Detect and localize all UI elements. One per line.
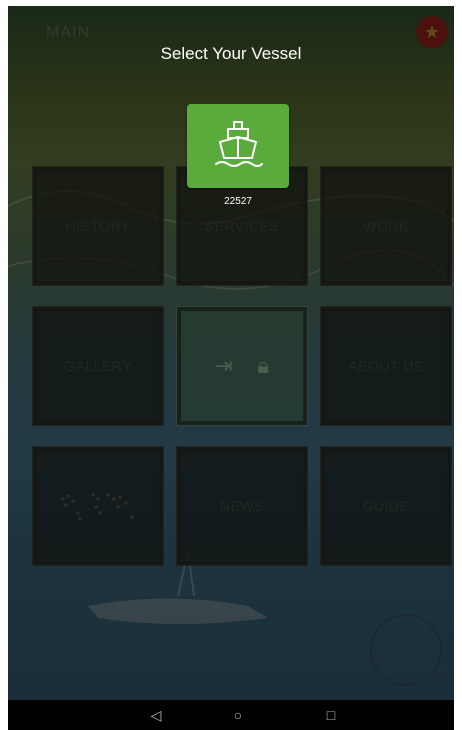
app-screen: MAIN ★ HISTORY SERVICES WORK GALLERY ⇥ 🔒… [8,6,454,700]
dialog-title: Select Your Vessel [160,44,302,63]
vessel-button[interactable] [187,104,289,188]
home-nav-button[interactable]: ○ [218,700,258,730]
back-triangle-icon: ◁ [150,706,162,723]
recents-nav-button[interactable]: □ [311,700,351,730]
vessel-id-label: 22527 [224,196,252,207]
android-nav-bar: ◁ ○ □ [8,700,454,730]
back-nav-button[interactable]: ◁ [136,700,176,730]
home-circle-icon: ○ [233,707,243,723]
ship-icon [215,121,263,167]
recents-square-icon: □ [326,707,336,723]
